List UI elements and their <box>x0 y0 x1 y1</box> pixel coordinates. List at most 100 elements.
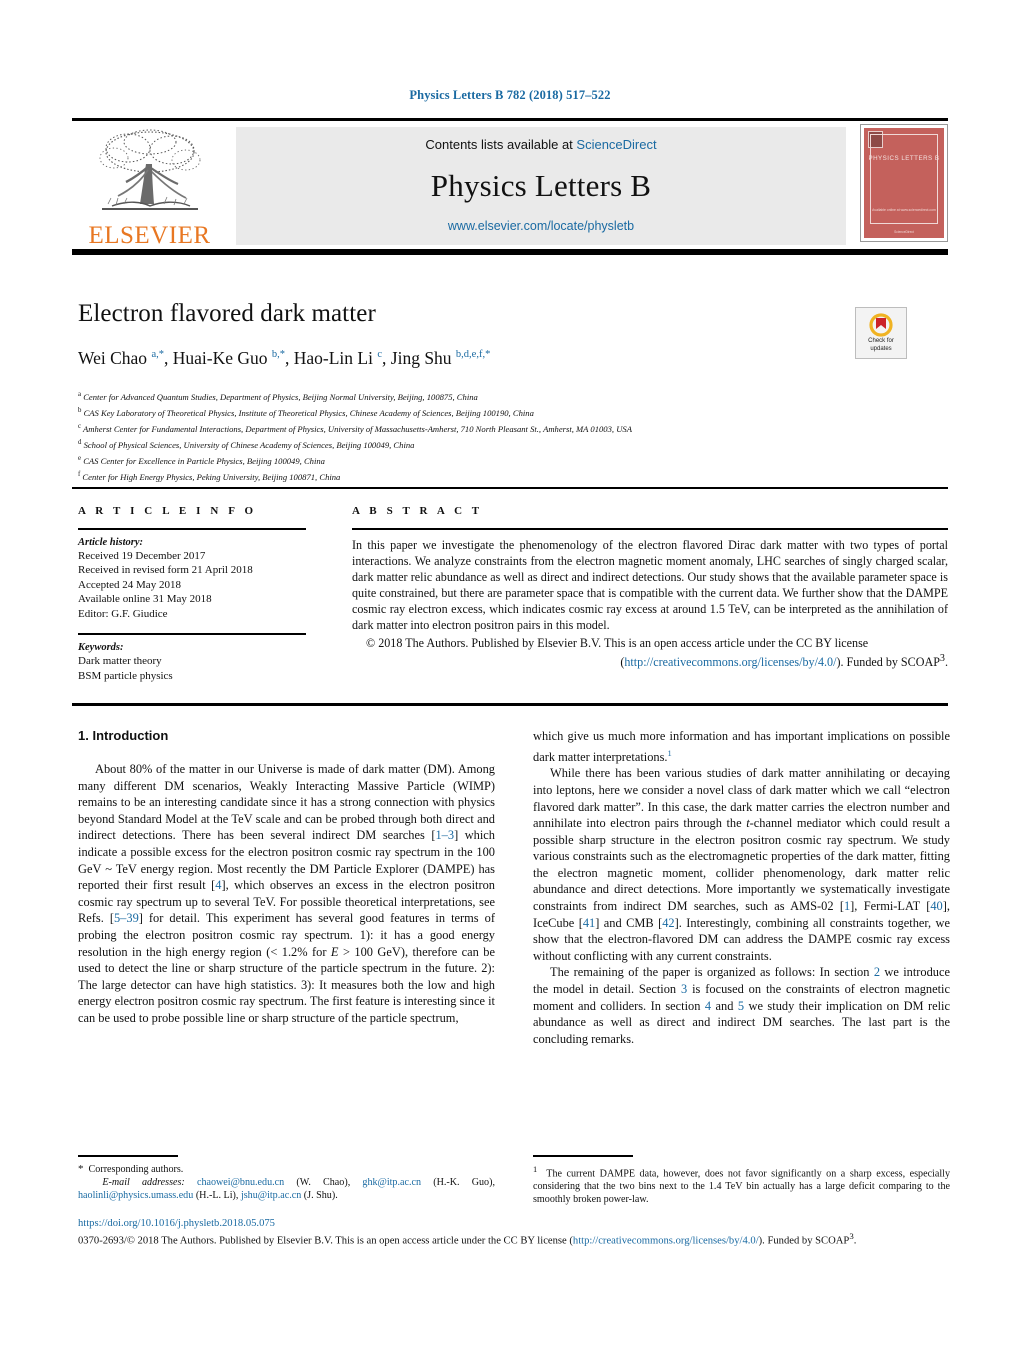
body-columns: 1. Introduction About 80% of the matter … <box>78 728 950 1047</box>
cover-inner: PHYSICS LETTERS B Available online at ww… <box>864 128 944 238</box>
info-section-top-rule <box>72 487 948 489</box>
crossmark-label-line1: Check for <box>868 338 894 344</box>
email-link[interactable]: haolinli@physics.umass.edu <box>78 1190 193 1201</box>
contents-band: Contents lists available at ScienceDirec… <box>236 127 846 245</box>
doi-link[interactable]: https://doi.org/10.1016/j.physletb.2018.… <box>78 1218 950 1229</box>
affiliation-marker: a <box>78 391 82 398</box>
elsevier-wordmark: ELSEVIER <box>88 222 211 249</box>
email-owner: (J. Shu) <box>303 1189 336 1201</box>
corresponding-authors-text: Corresponding authors. <box>88 1163 184 1175</box>
article-info-heading: A R T I C L E I N F O <box>78 505 257 517</box>
cover-title-text: PHYSICS LETTERS B <box>868 155 940 162</box>
paragraph: which give us much more information and … <box>533 729 950 764</box>
contents-available-line: Contents lists available at ScienceDirec… <box>425 137 656 152</box>
crossmark-check-for-updates-badge[interactable]: Check for updates <box>855 307 907 359</box>
elsevier-logo: ELSEVIER <box>72 124 227 248</box>
affiliation-marker: f <box>78 470 81 478</box>
author-list: Wei Chao a,*, Huai-Ke Guo b,*, Hao-Lin L… <box>78 348 491 368</box>
affiliation-text: Center for Advanced Quantum Studies, Dep… <box>83 391 478 402</box>
affiliation-list: a Center for Advanced Quantum Studies, D… <box>78 388 958 484</box>
scoap-text: SCOAP <box>815 1235 850 1247</box>
affiliation-item: a Center for Advanced Quantum Studies, D… <box>78 388 958 404</box>
affiliation-marker: e <box>78 454 82 462</box>
affiliation-marker: b <box>78 406 82 414</box>
article-info-divider <box>78 528 306 530</box>
footnote-dampe-note: 1 The current DAMPE data, however, does … <box>533 1155 950 1206</box>
issn-copyright-line: 0370-2693/© 2018 The Authors. Published … <box>78 1230 950 1248</box>
abstract-heading: A B S T R A C T <box>352 505 483 517</box>
affiliation-item: c Amherst Center for Fundamental Interac… <box>78 420 958 436</box>
article-info-column: A R T I C L E I N F O Article history: R… <box>78 505 328 683</box>
article-history-item: Accepted 24 May 2018 <box>78 578 181 591</box>
journal-url-link[interactable]: www.elsevier.com/locate/physletb <box>448 219 634 233</box>
crossmark-icon <box>869 313 893 337</box>
article-history-item: Received 19 December 2017 <box>78 549 206 562</box>
paragraph: The remaining of the paper is organized … <box>533 965 950 1046</box>
section-heading-introduction: 1. Introduction <box>78 728 169 743</box>
affiliation-text: Center for High Energy Physics, Peking U… <box>82 471 341 482</box>
email-owner: (H.-L. Li) <box>195 1189 236 1201</box>
footnote-body: The current DAMPE data, however, does no… <box>533 1167 950 1206</box>
footnote-marker: 1 <box>533 1164 538 1174</box>
footnote-text: 1 The current DAMPE data, however, does … <box>533 1163 950 1207</box>
paragraph: About 80% of the matter in our Universe … <box>78 762 496 1025</box>
cover-footer-line1: Available online at www.sciencedirect.co… <box>872 208 936 212</box>
sciencedirect-link[interactable]: ScienceDirect <box>576 137 656 152</box>
paper-page: Physics Letters B 782 (2018) 517–522 ELS… <box>0 0 1020 1351</box>
crossmark-label-line2: updates <box>870 346 892 352</box>
bottom-copyright-block: https://doi.org/10.1016/j.physletb.2018.… <box>78 1218 950 1248</box>
abstract-divider <box>352 528 948 530</box>
article-history-item: Available online 31 May 2018 <box>78 593 212 606</box>
journal-cover-thumbnail[interactable]: PHYSICS LETTERS B Available online at ww… <box>860 124 948 242</box>
corresponding-star: * <box>78 1162 84 1175</box>
masthead-bottom-rule <box>72 249 948 255</box>
abstract-body: In this paper we investigate the phenome… <box>352 537 948 632</box>
license-period: . <box>944 655 948 670</box>
elsevier-tree-icon <box>99 129 200 210</box>
keyword-item: BSM particle physics <box>78 669 173 682</box>
journal-title: Physics Letters B <box>430 167 652 203</box>
email-addresses-label: E-mail addresses: <box>102 1176 185 1188</box>
keywords-label: Keywords: <box>78 641 124 653</box>
article-editor: Editor: G.F. Giudice <box>78 607 168 620</box>
journal-masthead: ELSEVIER Contents lists available at Sci… <box>72 118 948 255</box>
page-title: Electron flavored dark matter <box>78 300 376 327</box>
body-column-left: 1. Introduction About 80% of the matter … <box>78 728 495 1027</box>
keywords-divider <box>78 633 306 635</box>
issn-copyright-prefix: 0370-2693/© 2018 The Authors. Published … <box>78 1235 573 1247</box>
article-history-label: Article history: <box>78 536 144 548</box>
masthead-top-rule <box>72 118 948 121</box>
title-block: Electron flavored dark matter Wei Chao a… <box>78 300 838 369</box>
abstract-copyright-text: © 2018 The Authors. Published by Elsevie… <box>366 636 869 651</box>
affiliation-item: b CAS Key Laboratory of Theoretical Phys… <box>78 404 958 420</box>
body-column-right: which give us much more information and … <box>533 728 950 1047</box>
email-link[interactable]: ghk@itp.ac.cn <box>362 1177 421 1188</box>
article-history-item: Received in revised form 21 April 2018 <box>78 564 253 577</box>
abstract-column: A B S T R A C T In this paper we investi… <box>352 505 948 670</box>
footnote-rule <box>533 1155 633 1157</box>
keyword-item: Dark matter theory <box>78 654 162 667</box>
paragraph: While there has been various studies of … <box>533 766 950 963</box>
footnote-corresponding-authors: * Corresponding authors. E-mail addresse… <box>78 1155 495 1202</box>
cover-footer-line2: ScienceDirect <box>894 230 914 234</box>
affiliation-item: d School of Physical Sciences, Universit… <box>78 436 958 452</box>
affiliation-text: CAS Center for Excellence in Particle Ph… <box>83 455 325 466</box>
journal-reference: Physics Letters B 782 (2018) 517–522 <box>409 88 611 102</box>
footnote-text: * Corresponding authors. E-mail addresse… <box>78 1162 495 1201</box>
license-funded-text: ). Funded by SCOAP <box>836 655 940 670</box>
affiliation-marker: d <box>78 438 82 446</box>
footnote-rule <box>78 1155 178 1157</box>
affiliation-text: School of Physical Sciences, University … <box>83 439 415 450</box>
cc-license-link[interactable]: http://creativecommons.org/licenses/by/4… <box>624 655 836 669</box>
contents-prefix-text: Contents lists available at <box>425 137 577 152</box>
email-link[interactable]: chaowei@bnu.edu.cn <box>197 1177 284 1188</box>
email-link[interactable]: jshu@itp.ac.cn <box>241 1190 301 1201</box>
cc-license-link-bottom[interactable]: http://creativecommons.org/licenses/by/4… <box>573 1236 759 1247</box>
email-owner: (H.-K. Guo) <box>433 1176 493 1188</box>
affiliation-item: f Center for High Energy Physics, Peking… <box>78 468 958 484</box>
scoap-period: . <box>853 1235 857 1247</box>
abstract-copyright: © 2018 The Authors. Published by Elsevie… <box>352 635 948 670</box>
affiliation-text: Amherst Center for Fundamental Interacti… <box>83 423 632 434</box>
affiliation-text: CAS Key Laboratory of Theoretical Physic… <box>83 407 534 418</box>
